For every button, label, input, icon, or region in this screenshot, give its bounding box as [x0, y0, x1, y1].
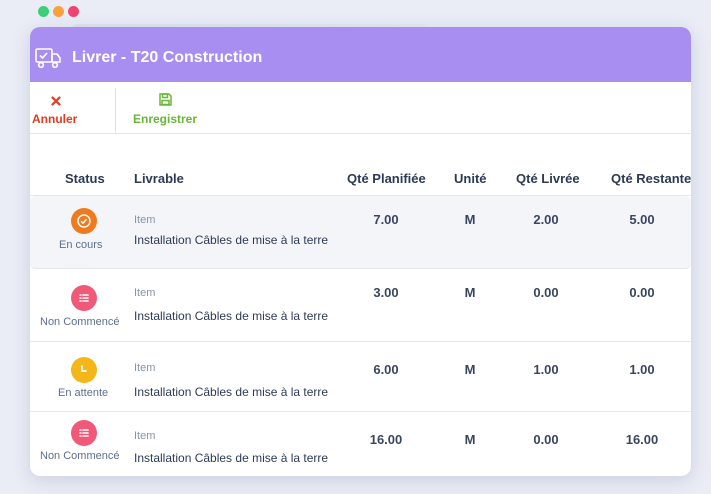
row-remaining: 1.00	[629, 362, 655, 377]
row-description: Installation Câbles de mise à la terre	[134, 451, 329, 465]
col-delivered[interactable]: Qté Livrée	[516, 171, 580, 186]
row-planned: 7.00	[373, 212, 399, 227]
status-badge: En attente	[58, 387, 109, 399]
row-planned: 6.00	[373, 362, 399, 377]
window-controls	[38, 6, 79, 17]
row-delivered: 0.00	[533, 285, 559, 300]
row-description: Installation Câbles de mise à la terre	[134, 385, 329, 399]
row-unit: M	[464, 212, 476, 227]
table-row[interactable]: En cours Item Installation Câbles de mis…	[30, 196, 691, 269]
col-remaining[interactable]: Qté Restante	[611, 171, 691, 186]
col-livrable[interactable]: Livrable	[134, 171, 184, 186]
status-badge: En cours	[59, 239, 103, 251]
clock-check-icon	[71, 208, 97, 234]
col-planned[interactable]: Qté Planifiée	[347, 171, 426, 186]
title-bar: Livrer - T20 Construction	[30, 27, 691, 82]
table-row[interactable]: En attente Item Installation Câbles de m…	[30, 342, 691, 412]
list-icon	[71, 285, 97, 311]
floppy-disk-icon	[158, 93, 172, 111]
row-remaining: 0.00	[629, 285, 655, 300]
row-unit: M	[464, 432, 476, 447]
row-unit: M	[464, 285, 476, 300]
row-description: Installation Câbles de mise à la terre	[134, 233, 329, 247]
close-icon	[51, 93, 61, 111]
row-type: Item	[134, 287, 156, 299]
row-type: Item	[134, 362, 156, 374]
row-planned: 16.00	[369, 432, 403, 447]
row-delivered: 1.00	[533, 362, 559, 377]
window-title: Livrer - T20 Construction	[72, 48, 263, 66]
window-dot-green[interactable]	[38, 6, 49, 17]
row-unit: M	[464, 362, 476, 377]
table-row[interactable]: Non Commencé Item Installation Câbles de…	[30, 412, 691, 476]
window-dot-orange[interactable]	[53, 6, 64, 17]
col-unit[interactable]: Unité	[454, 171, 487, 186]
row-remaining: 5.00	[629, 212, 655, 227]
table-row[interactable]: Non Commencé Item Installation Câbles de…	[30, 269, 691, 342]
row-delivered: 0.00	[533, 432, 559, 447]
save-label: Enregistrer	[133, 112, 198, 126]
row-remaining: 16.00	[625, 432, 659, 447]
row-planned: 3.00	[373, 285, 399, 300]
save-button[interactable]: Enregistrer	[133, 82, 197, 126]
clock-icon	[71, 357, 97, 383]
delivery-window: Livrer - T20 Construction Annuler Enregi…	[30, 27, 691, 476]
status-badge: Non Commencé	[40, 316, 120, 328]
table-header: Status Livrable Qté Planifiée Unité Qté …	[30, 134, 691, 196]
list-icon	[71, 420, 97, 446]
row-type: Item	[134, 430, 156, 442]
status-badge: Non Commencé	[40, 450, 120, 462]
row-description: Installation Câbles de mise à la terre	[134, 309, 329, 323]
col-status[interactable]: Status	[65, 171, 105, 186]
delivery-truck-icon	[34, 45, 64, 71]
cancel-button[interactable]: Annuler	[30, 88, 116, 133]
cancel-label: Annuler	[32, 112, 78, 126]
row-delivered: 2.00	[533, 212, 559, 227]
toolbar: Annuler Enregistrer	[30, 82, 691, 134]
row-type: Item	[134, 214, 156, 226]
window-dot-red[interactable]	[68, 6, 79, 17]
